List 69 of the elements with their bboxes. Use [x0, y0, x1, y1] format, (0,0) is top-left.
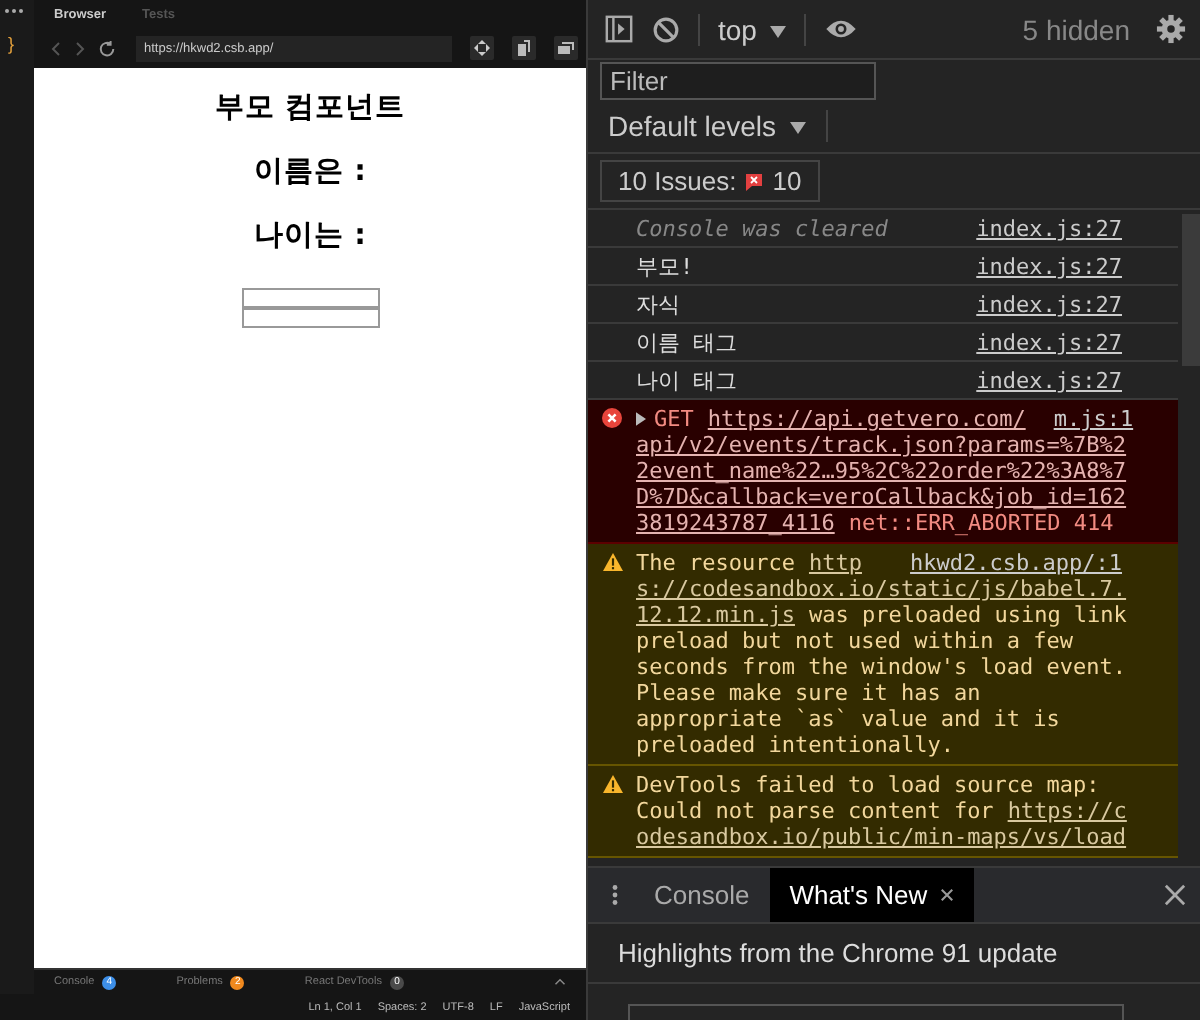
filter-field[interactable]: Filter	[600, 61, 876, 99]
source-link[interactable]: index.js:27	[976, 330, 1122, 356]
warning-icon	[601, 774, 623, 794]
code-fragment: }	[8, 34, 15, 54]
message-text: GET	[654, 406, 694, 432]
error-flag-icon	[744, 171, 765, 191]
caret-icon[interactable]	[554, 978, 566, 986]
message-text: DevTools failed to load source map:	[636, 772, 1100, 798]
close-icon[interactable]	[939, 888, 954, 902]
source-link[interactable]: hkwd2.csb.app/:1	[910, 550, 1122, 576]
message-text: 부모!	[636, 254, 694, 280]
levels-dropdown[interactable]: Default levels	[608, 110, 806, 142]
forward-icon[interactable]	[74, 39, 86, 57]
url-link[interactable]: https://api.getvero.com/	[707, 406, 1026, 432]
url-link[interactable]: odesandbox.io/public/min-maps/vs/load	[636, 824, 1127, 850]
block-icon[interactable]	[652, 15, 680, 43]
message-text: 나이 태그	[636, 368, 738, 394]
error-icon	[602, 408, 622, 428]
sidebar-icon[interactable]	[604, 14, 634, 44]
move-icon[interactable]	[470, 36, 494, 60]
reload-icon[interactable]	[98, 39, 116, 57]
message-text: 이름 태그	[636, 330, 738, 356]
message-text: appropriate `as` value and it is	[636, 706, 1060, 732]
url-link[interactable]: http	[808, 550, 862, 576]
close-icon[interactable]	[1164, 884, 1186, 906]
text-input[interactable]	[241, 288, 379, 308]
url-link[interactable]: api/v2/events/track.json?params=%7B%2	[636, 432, 1127, 458]
back-icon[interactable]	[50, 39, 62, 57]
url-link[interactable]: D%7D&callback=veroCallback&job_id=162	[636, 484, 1127, 510]
more-icon[interactable]	[4, 8, 24, 14]
windows-icon[interactable]	[554, 36, 578, 60]
source-link[interactable]: index.js:27	[976, 254, 1122, 280]
message-text: 자식	[636, 292, 680, 318]
window-icon[interactable]	[512, 36, 536, 60]
issues-button[interactable]: 10 Issues: 10	[600, 160, 820, 202]
source-link[interactable]: index.js:27	[976, 292, 1122, 318]
message-text: Console was cleared	[636, 216, 888, 242]
message-text: preload but not used within a few	[636, 628, 1074, 654]
more-icon[interactable]	[612, 882, 618, 908]
source-link[interactable]: m.js:1	[1053, 406, 1134, 432]
url-link[interactable]: 3819243787_4116	[636, 510, 835, 536]
url-link[interactable]: s://codesandbox.io/static/js/babel.7.	[636, 576, 1127, 602]
warning-icon	[601, 552, 623, 572]
message-text: net::ERR_ABORTED 414	[848, 510, 1114, 536]
message-text: Please make sure it has an	[636, 680, 981, 706]
dropdown-caret-icon	[770, 25, 787, 38]
url-link[interactable]: 12.12.min.js	[636, 602, 795, 628]
page-heading: 이름은 :	[254, 156, 366, 188]
settings-icon[interactable]	[1156, 14, 1186, 44]
eye-icon[interactable]	[824, 18, 859, 40]
source-link[interactable]: index.js:27	[976, 368, 1122, 394]
message-text: seconds from the window's load event.	[636, 654, 1127, 680]
message-text: The resource	[636, 550, 795, 576]
url-link[interactable]: 2event_name%22…95%2C%22order%22%3A8%7	[636, 458, 1127, 484]
message-text: Could not parse content for	[636, 798, 994, 824]
message-text: preloaded intentionally.	[636, 732, 954, 758]
expand-icon[interactable]	[636, 412, 646, 426]
source-link[interactable]: index.js:27	[976, 216, 1122, 242]
headline-text: Highlights from the Chrome 91 update	[588, 924, 1200, 984]
page-heading: 부모 컴포넌트	[214, 92, 406, 124]
page-heading: 나이는 :	[254, 220, 366, 252]
url-link[interactable]: https://c	[1007, 798, 1127, 824]
drawer-tab[interactable]: What's New	[769, 868, 974, 922]
text-input[interactable]	[241, 308, 379, 328]
context-dropdown[interactable]: top	[718, 13, 787, 45]
dropdown-caret-icon	[789, 122, 806, 135]
message-text: was preloaded using link	[808, 602, 1127, 628]
hidden-count: 5 hidden	[1022, 13, 1130, 45]
drawer-tab[interactable]: Console	[634, 868, 770, 922]
